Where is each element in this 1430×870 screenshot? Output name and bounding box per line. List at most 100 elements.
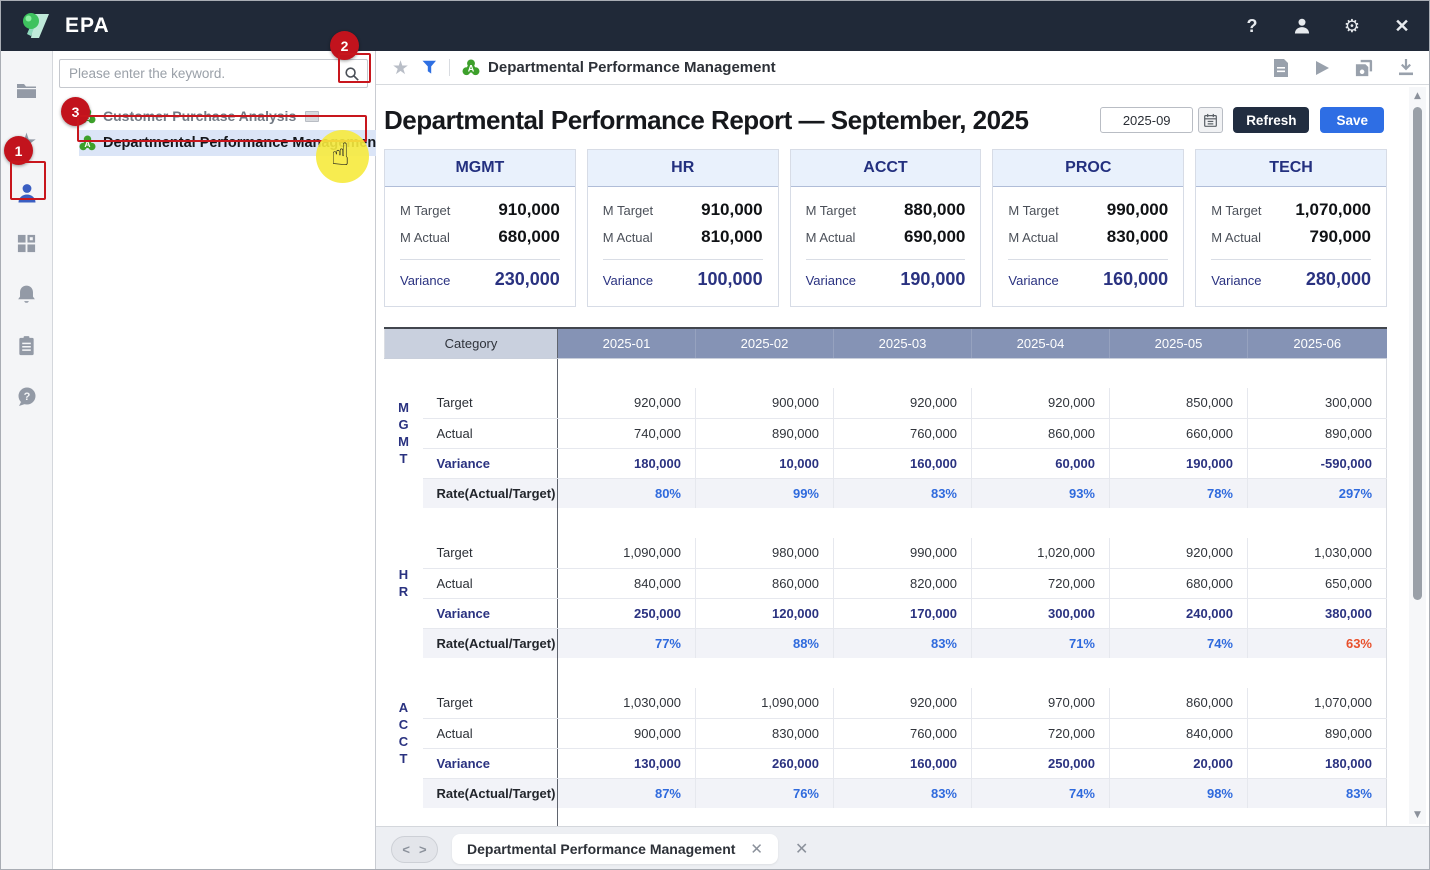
row-label: Actual <box>423 568 558 598</box>
favorite-star-icon[interactable]: ★ <box>392 57 409 79</box>
calendar-icon[interactable] <box>1198 107 1223 133</box>
run-play-icon[interactable] <box>1313 59 1331 77</box>
scroll-up-arrow[interactable]: ▲ <box>1409 89 1426 103</box>
cell: 840,000 <box>1110 718 1248 748</box>
report-content: Departmental Performance Report — Septem… <box>376 85 1430 826</box>
tab-prev-arrow[interactable]: < <box>402 843 410 856</box>
cell: 820,000 <box>834 568 972 598</box>
cell: 93% <box>972 478 1110 508</box>
cell: 660,000 <box>1110 418 1248 448</box>
cell: 83% <box>1248 778 1387 808</box>
card-dept-title: MGMT <box>455 159 504 177</box>
cell: 1,090,000 <box>558 538 696 568</box>
vertical-scrollbar: ▲ ▼ <box>1409 87 1426 824</box>
cell: 970,000 <box>972 688 1110 718</box>
scroll-down-arrow[interactable]: ▼ <box>1409 808 1426 822</box>
save-button[interactable]: Save <box>1320 107 1384 133</box>
cell: 78% <box>1110 478 1248 508</box>
main-area: ★ A Departmental Performance Management <box>376 51 1430 870</box>
cell: 890,000 <box>1248 418 1387 448</box>
tab-next-arrow[interactable]: > <box>419 843 427 856</box>
tree-item-customer-purchase-analysis[interactable]: S Customer Purchase Analysis <box>53 104 375 128</box>
user-icon[interactable] <box>1291 15 1313 37</box>
cell: 297% <box>1248 478 1387 508</box>
tree-item-departmental-performance-management[interactable]: A Departmental Performance Management <box>53 131 375 155</box>
notifications-bell-icon[interactable] <box>1 269 52 320</box>
cell: 980,000 <box>696 538 834 568</box>
tasks-clipboard-icon[interactable] <box>1 320 52 371</box>
tab-departmental-performance-management[interactable]: Departmental Performance Management ✕ <box>452 834 778 864</box>
row-label: Variance <box>423 598 558 628</box>
table-group-mgmt: MGMT Target 920,000 900,000 920,000 920,… <box>385 358 1387 508</box>
folder-icon[interactable] <box>1 65 52 116</box>
analysis-node-icon: S <box>79 108 96 125</box>
cell: 860,000 <box>972 418 1110 448</box>
save-all-icon[interactable] <box>1354 58 1374 78</box>
cell: 920,000 <box>1110 538 1248 568</box>
search-button[interactable] <box>339 62 365 85</box>
cell: 920,000 <box>972 388 1110 418</box>
cell: 840,000 <box>558 568 696 598</box>
group-label: HR <box>398 566 410 600</box>
close-icon[interactable]: ✕ <box>1391 15 1413 37</box>
cell: 1,030,000 <box>558 688 696 718</box>
performance-table: Category 2025-01 2025-02 2025-03 2025-04… <box>384 327 1387 826</box>
tab-label: Departmental Performance Management <box>467 841 735 857</box>
cell: 10,000 <box>696 448 834 478</box>
row-label: Variance <box>423 448 558 478</box>
cell: 650,000 <box>1248 568 1387 598</box>
summary-card-proc: PROC M Target990,000 M Actual830,000 Var… <box>992 149 1184 307</box>
summary-card-tech: TECH M Target1,070,000 M Actual790,000 V… <box>1195 149 1387 307</box>
month-header: 2025-06 <box>1248 328 1387 358</box>
card-target-label: M Target <box>400 203 450 218</box>
favorites-star-icon[interactable]: ★ <box>1 116 52 167</box>
cell: 830,000 <box>696 718 834 748</box>
row-label: Target <box>423 688 558 718</box>
table-header-row: Category 2025-01 2025-02 2025-03 2025-04… <box>385 328 1387 358</box>
cell: 130,000 <box>558 748 696 778</box>
tab-close-icon[interactable]: ✕ <box>750 840 763 858</box>
scrollbar-thumb[interactable] <box>1413 107 1422 600</box>
analysis-tree: S Customer Purchase Analysis A <box>53 104 375 155</box>
cell: 87% <box>558 778 696 808</box>
cell: 160,000 <box>834 448 972 478</box>
help-bubble-icon[interactable]: ? <box>1 371 52 422</box>
cell: 83% <box>834 628 972 658</box>
brand-name: EPA <box>65 14 110 38</box>
tree-item-label: Customer Purchase Analysis <box>103 108 296 124</box>
filter-icon[interactable] <box>422 60 437 75</box>
help-icon[interactable]: ? <box>1241 15 1263 37</box>
report-doc-icon <box>305 111 319 122</box>
app-window: EPA ? ⚙ ✕ ★ <box>0 0 1430 870</box>
row-label: Variance <box>423 748 558 778</box>
report-doc-icon[interactable] <box>1272 58 1290 78</box>
user-workspace-icon[interactable] <box>1 167 52 218</box>
search-input[interactable] <box>59 59 368 88</box>
card-dept-title: TECH <box>1269 159 1313 177</box>
row-label: Target <box>423 388 558 418</box>
card-actual-label: M Actual <box>400 230 450 245</box>
month-header: 2025-05 <box>1110 328 1248 358</box>
cell: 300,000 <box>972 598 1110 628</box>
month-header: 2025-03 <box>834 328 972 358</box>
cell: 990,000 <box>834 538 972 568</box>
export-download-icon[interactable] <box>1397 58 1415 77</box>
report-month-input[interactable] <box>1100 107 1193 133</box>
dashboard-grid-icon[interactable] <box>1 218 52 269</box>
navigation-panel: S Customer Purchase Analysis A <box>53 51 376 870</box>
divider <box>449 59 450 76</box>
card-variance-value: 230,000 <box>495 269 560 290</box>
refresh-button[interactable]: Refresh <box>1233 107 1309 133</box>
cell: 20,000 <box>1110 748 1248 778</box>
app-logo-icon <box>19 10 55 42</box>
close-all-tabs-icon[interactable]: ✕ <box>795 839 808 859</box>
cell: 250,000 <box>558 598 696 628</box>
cell: 77% <box>558 628 696 658</box>
card-dept-title: ACCT <box>863 159 907 177</box>
category-header: Category <box>385 328 558 358</box>
cell: 74% <box>1110 628 1248 658</box>
settings-gear-icon[interactable]: ⚙ <box>1341 15 1363 37</box>
cell: 860,000 <box>1110 688 1248 718</box>
card-target-value: 910,000 <box>498 200 559 220</box>
cell: 76% <box>696 778 834 808</box>
